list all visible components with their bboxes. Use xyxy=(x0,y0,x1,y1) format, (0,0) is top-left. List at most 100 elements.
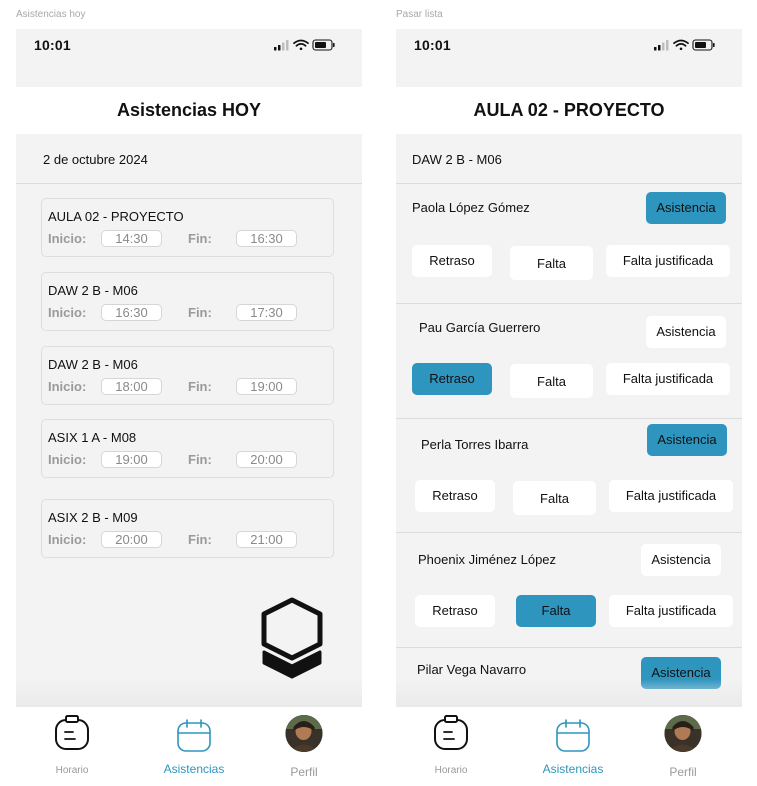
profile-avatar xyxy=(664,715,702,752)
tab-label: Asistencias xyxy=(542,762,604,776)
late-button[interactable]: Retraso xyxy=(412,245,492,277)
class-card[interactable]: DAW 2 B - M06 Inicio: 16:30 Fin: 17:30 xyxy=(41,272,334,331)
page-title: AULA 02 - PROYECTO xyxy=(396,87,742,134)
justified-absence-button[interactable]: Falta justificada xyxy=(609,595,733,627)
start-time: 16:30 xyxy=(101,304,162,321)
class-name: AULA 02 - PROYECTO xyxy=(48,209,184,224)
signal-icon xyxy=(654,40,669,51)
start-time: 19:00 xyxy=(101,451,162,468)
absence-button[interactable]: Falta xyxy=(510,246,593,280)
tab-horario[interactable]: Horario xyxy=(27,707,117,786)
student-name: Pilar Vega Navarro xyxy=(417,662,527,677)
signal-icon xyxy=(274,40,289,51)
tab-asistencias[interactable]: Asistencias xyxy=(149,707,239,786)
start-label: Inicio: xyxy=(48,379,87,394)
divider xyxy=(396,532,742,533)
wifi-icon xyxy=(673,39,689,51)
end-label: Fin: xyxy=(188,231,212,246)
absence-button[interactable]: Falta xyxy=(510,364,593,398)
late-button[interactable]: Retraso xyxy=(415,595,495,627)
end-time: 20:00 xyxy=(236,451,297,468)
phone-screen-roll-call: 10:01 AULA 02 - PROYECTO DAW 2 B - M06 P… xyxy=(396,29,742,786)
tab-label: Perfil xyxy=(290,765,318,779)
end-label: Fin: xyxy=(188,532,212,547)
start-time: 20:00 xyxy=(101,531,162,548)
tab-perfil[interactable]: Perfil xyxy=(638,707,728,786)
tab-bar: Horario Asistencias Perfil xyxy=(16,707,362,786)
divider xyxy=(16,183,362,184)
end-time: 19:00 xyxy=(236,378,297,395)
date-label: 2 de octubre 2024 xyxy=(43,152,148,167)
late-button[interactable]: Retraso xyxy=(412,363,492,395)
attendance-button[interactable]: Asistencia xyxy=(646,192,726,224)
end-time: 16:30 xyxy=(236,230,297,247)
battery-icon xyxy=(692,39,715,51)
absence-button[interactable]: Falta xyxy=(516,595,596,627)
status-bar: 10:01 xyxy=(16,29,362,59)
group-label: DAW 2 B - M06 xyxy=(412,152,502,167)
end-time: 17:30 xyxy=(236,304,297,321)
start-label: Inicio: xyxy=(48,231,87,246)
justified-absence-button[interactable]: Falta justificada xyxy=(606,245,730,277)
attendance-button[interactable]: Asistencia xyxy=(641,544,721,576)
frame-label-roll-call: Pasar lista xyxy=(396,9,443,20)
student-name: Pau García Guerrero xyxy=(419,320,541,335)
class-name: ASIX 1 A - M08 xyxy=(48,430,137,445)
end-label: Fin: xyxy=(188,379,212,394)
student-name: Perla Torres Ibarra xyxy=(421,437,529,452)
class-card[interactable]: AULA 02 - PROYECTO Inicio: 14:30 Fin: 16… xyxy=(41,198,334,257)
phone-screen-attendance-today: 10:01 Asistencias HOY 2 de octubre 2024 … xyxy=(16,29,362,786)
status-bar: 10:01 xyxy=(396,29,742,59)
attendance-icon xyxy=(555,719,591,758)
end-label: Fin: xyxy=(188,452,212,467)
tab-label: Horario xyxy=(55,765,89,776)
justified-absence-button[interactable]: Falta justificada xyxy=(609,480,733,512)
profile-avatar xyxy=(285,715,323,752)
start-time: 14:30 xyxy=(101,230,162,247)
status-icons xyxy=(654,39,716,51)
schedule-icon xyxy=(433,715,469,756)
late-button[interactable]: Retraso xyxy=(415,480,495,512)
bottom-fade xyxy=(16,679,362,707)
class-name: DAW 2 B - M06 xyxy=(48,357,138,372)
status-time: 10:01 xyxy=(34,37,71,53)
class-name: DAW 2 B - M06 xyxy=(48,283,138,298)
absence-button[interactable]: Falta xyxy=(513,481,596,515)
tab-bar: Horario Asistencias Perfil xyxy=(396,707,742,786)
justified-absence-button[interactable]: Falta justificada xyxy=(606,363,730,395)
student-name: Phoenix Jiménez López xyxy=(418,552,557,567)
tab-perfil[interactable]: Perfil xyxy=(259,707,349,786)
frame-label-today: Asistencias hoy xyxy=(16,9,86,20)
page-title: Asistencias HOY xyxy=(16,87,362,134)
divider xyxy=(396,418,742,419)
attendance-icon xyxy=(176,719,212,758)
divider xyxy=(396,183,742,184)
schedule-icon xyxy=(54,715,90,756)
class-name: ASIX 2 B - M09 xyxy=(48,510,138,525)
status-time: 10:01 xyxy=(414,37,451,53)
tab-horario[interactable]: Horario xyxy=(406,707,496,786)
divider xyxy=(396,647,742,648)
tab-label: Asistencias xyxy=(163,762,225,776)
attendance-button[interactable]: Asistencia xyxy=(646,316,726,348)
end-label: Fin: xyxy=(188,305,212,320)
start-label: Inicio: xyxy=(48,452,87,467)
wifi-icon xyxy=(293,39,309,51)
student-name: Paola López Gómez xyxy=(412,200,530,215)
start-time: 18:00 xyxy=(101,378,162,395)
start-label: Inicio: xyxy=(48,532,87,547)
attendance-button[interactable]: Asistencia xyxy=(647,424,727,456)
status-icons xyxy=(274,39,336,51)
class-card[interactable]: ASIX 1 A - M08 Inicio: 19:00 Fin: 20:00 xyxy=(41,419,334,478)
class-card[interactable]: ASIX 2 B - M09 Inicio: 20:00 Fin: 21:00 xyxy=(41,499,334,558)
tab-asistencias[interactable]: Asistencias xyxy=(528,707,618,786)
end-time: 21:00 xyxy=(236,531,297,548)
tab-label: Perfil xyxy=(669,765,697,779)
hexagon-logo-icon xyxy=(260,597,324,681)
bottom-fade xyxy=(396,679,742,707)
start-label: Inicio: xyxy=(48,305,87,320)
tab-label: Horario xyxy=(434,765,468,776)
divider xyxy=(396,303,742,304)
battery-icon xyxy=(312,39,335,51)
class-card[interactable]: DAW 2 B - M06 Inicio: 18:00 Fin: 19:00 xyxy=(41,346,334,405)
